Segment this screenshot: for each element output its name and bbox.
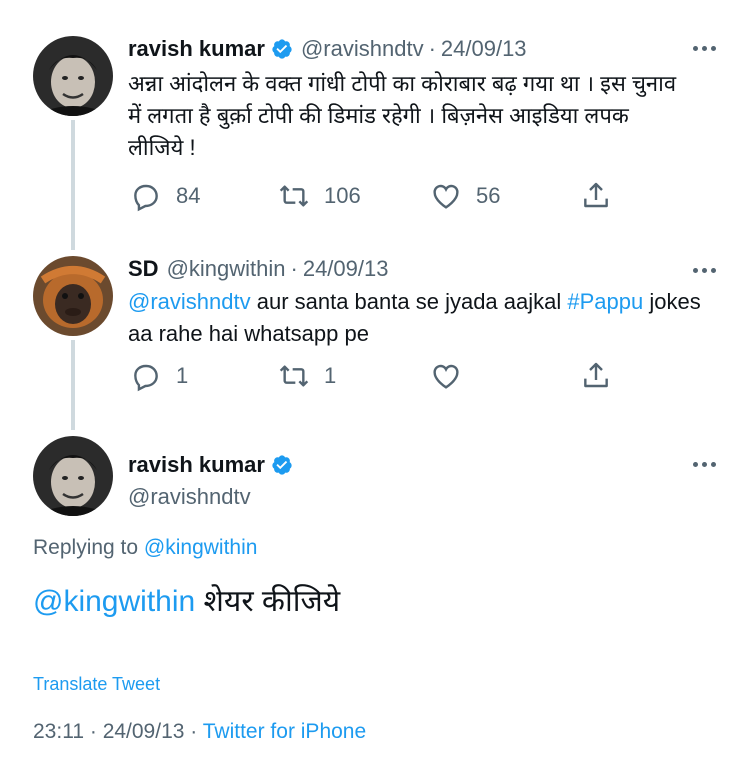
avatar-ravish-image <box>33 36 113 116</box>
retweet-count: 106 <box>324 183 361 208</box>
tweet-date[interactable]: 24/09/13 <box>303 256 389 282</box>
share-icon <box>584 362 608 388</box>
author-handle[interactable]: @ravishndtv <box>128 484 251 510</box>
replying-to: Replying to @kingwithin <box>33 536 257 560</box>
share-button[interactable] <box>580 360 612 392</box>
verified-badge-icon <box>271 38 293 60</box>
hashtag-link[interactable]: #Pappu <box>567 289 643 314</box>
like-count: 56 <box>476 183 501 208</box>
tweet-time[interactable]: 23:11 <box>33 720 84 743</box>
avatar-ravish-image <box>33 436 113 516</box>
reply-icon <box>134 364 158 392</box>
translate-tweet-link[interactable]: Translate Tweet <box>33 674 160 695</box>
focus-handle-row: @ravishndtv <box>120 484 251 510</box>
replying-handle-link[interactable]: @kingwithin <box>144 536 258 559</box>
reply-button[interactable]: 1 <box>130 360 188 392</box>
tweet-text: अन्ना आंदोलन के वक्त गांधी टोपी का कोराब… <box>128 71 677 160</box>
tweet-date[interactable]: 24/09/13 <box>103 720 185 743</box>
reply-count: 1 <box>176 363 189 388</box>
like-button[interactable]: 56 <box>430 180 500 212</box>
tweet-actions: 1 1 <box>128 360 628 396</box>
tweet-text: @ravishndtv aur santa banta se jyada aaj… <box>128 286 708 350</box>
more-icon[interactable] <box>693 268 716 273</box>
author-name[interactable]: SD <box>128 256 159 282</box>
more-icon[interactable] <box>693 46 716 51</box>
replying-label: Replying to <box>33 536 139 559</box>
author-handle[interactable]: @ravishndtv <box>301 36 424 62</box>
like-button[interactable] <box>430 360 462 392</box>
tweet-text-part: aur santa banta se jyada aajkal <box>250 289 568 314</box>
tweet-actions: 84 106 56 <box>128 180 628 216</box>
separator: · <box>190 720 198 743</box>
retweet-button[interactable]: 1 <box>278 360 336 392</box>
like-icon <box>433 184 459 209</box>
separator: · <box>428 36 436 61</box>
tweet-date[interactable]: 24/09/13 <box>441 36 527 62</box>
tweet-source-link[interactable]: Twitter for iPhone <box>203 720 366 743</box>
avatar-sd[interactable] <box>33 256 113 336</box>
retweet-icon <box>279 365 309 387</box>
focus-header: ravish kumar <box>128 452 293 478</box>
author-name[interactable]: ravish kumar <box>128 36 265 62</box>
retweet-count: 1 <box>324 363 337 388</box>
author-handle[interactable]: @kingwithin <box>167 256 286 282</box>
avatar-sd-image <box>33 256 113 336</box>
reply-button[interactable]: 84 <box>130 180 200 212</box>
avatar-ravish-focus[interactable] <box>33 436 113 516</box>
share-icon <box>584 182 608 208</box>
separator: · <box>290 256 298 281</box>
thread-line-1 <box>71 120 75 250</box>
like-icon <box>433 364 459 389</box>
avatar-ravish[interactable] <box>33 36 113 116</box>
reply-count: 84 <box>176 183 201 208</box>
author-name[interactable]: ravish kumar <box>128 452 265 478</box>
tweet-header: SD @kingwithin · 24/09/13 <box>128 256 388 282</box>
reply-icon <box>134 184 158 212</box>
tweet-text-part: शेयर कीजिये <box>195 585 341 618</box>
focus-tweet-text: @kingwithin शेयर कीजिये <box>33 582 340 622</box>
mention-link[interactable]: @kingwithin <box>33 585 195 618</box>
tweet-meta: 23:11 · 24/09/13 · Twitter for iPhone <box>33 720 366 744</box>
separator: · <box>89 720 97 743</box>
retweet-icon <box>279 185 309 207</box>
share-button[interactable] <box>580 180 612 212</box>
mention-link[interactable]: @ravishndtv <box>128 289 251 314</box>
tweet-header: ravish kumar @ravishndtv · 24/09/13 <box>128 36 527 62</box>
verified-badge-icon <box>271 454 293 476</box>
retweet-button[interactable]: 106 <box>278 180 361 212</box>
more-icon[interactable] <box>693 462 716 467</box>
thread-line-2 <box>71 340 75 430</box>
